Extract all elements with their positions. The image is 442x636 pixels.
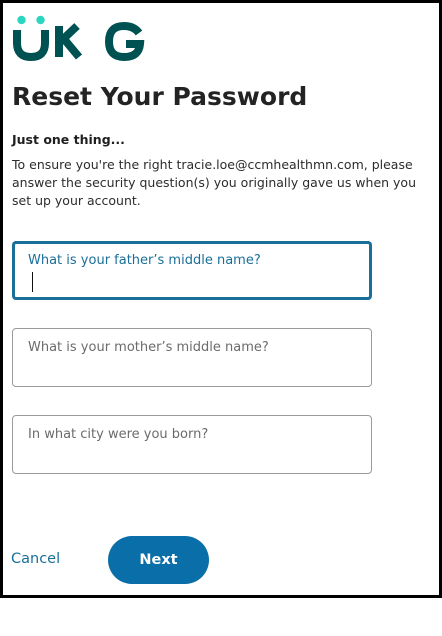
security-question-3-input[interactable]	[26, 444, 361, 466]
security-question-3-label: In what city were you born?	[28, 427, 209, 442]
logo-letter-k	[55, 23, 83, 60]
security-question-1-input[interactable]	[28, 272, 359, 294]
security-question-2-field[interactable]: What is your mother’s middle name?	[12, 328, 372, 387]
security-question-1-label: What is your father’s middle name?	[28, 253, 261, 268]
next-button[interactable]: Next	[108, 536, 209, 584]
security-question-3-field[interactable]: In what city were you born?	[12, 415, 372, 474]
page-title: Reset Your Password	[12, 82, 308, 111]
cancel-link[interactable]: Cancel	[11, 551, 60, 567]
logo-dot-left	[17, 15, 26, 25]
logo-letter-u	[13, 30, 49, 61]
security-question-1-field[interactable]: What is your father’s middle name?	[12, 241, 372, 300]
subheading: Just one thing...	[12, 132, 125, 147]
text-cursor	[32, 272, 33, 292]
ukg-logo	[13, 15, 145, 61]
login-panel: Reset Your Password Just one thing... To…	[0, 0, 442, 598]
instructions-text: To ensure you're the right tracie.loe@cc…	[12, 157, 417, 208]
logo-dot-right	[36, 15, 45, 25]
security-question-2-label: What is your mother’s middle name?	[28, 340, 269, 355]
security-question-2-input[interactable]	[26, 357, 361, 379]
logo-letter-g	[104, 21, 145, 61]
